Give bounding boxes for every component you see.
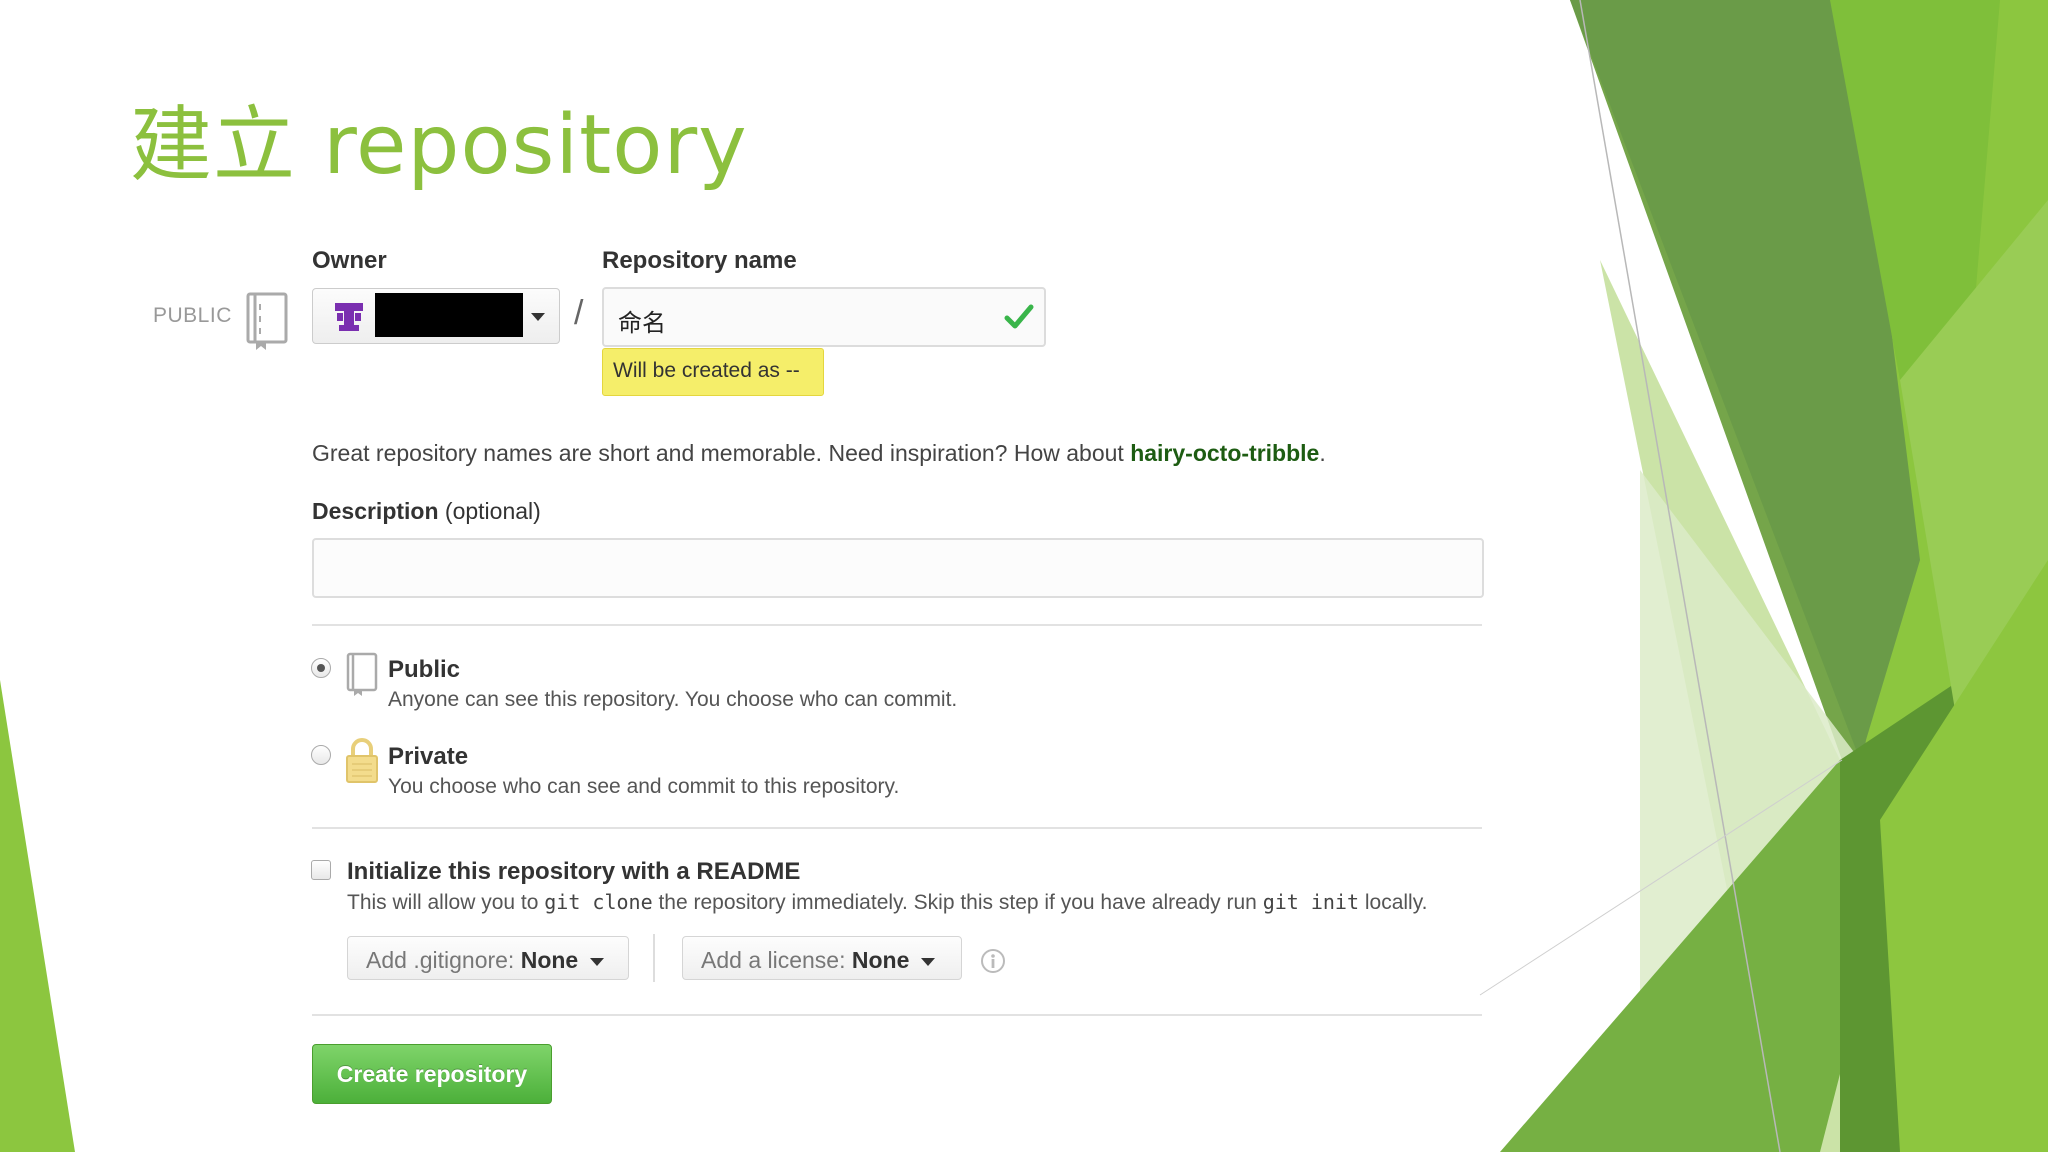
init-readme-checkbox[interactable] — [311, 860, 331, 880]
license-value: None — [851, 947, 910, 973]
repo-name-input[interactable]: 命名 — [602, 287, 1046, 347]
name-hint: Great repository names are short and mem… — [312, 440, 1326, 467]
public-option-desc: Anyone can see this repository. You choo… — [388, 688, 958, 711]
description-optional: (optional) — [444, 498, 541, 524]
repo-book-icon — [346, 652, 378, 696]
license-dropdown[interactable]: Add a license: None — [682, 936, 962, 980]
owner-label: Owner — [312, 247, 387, 274]
description-label: Description (optional) — [312, 498, 541, 525]
init-desc-3: locally. — [1359, 891, 1428, 914]
init-desc-2: the repository immediately. Skip this st… — [652, 891, 1263, 914]
owner-avatar-icon — [335, 303, 363, 331]
public-radio[interactable] — [311, 658, 331, 678]
public-option-title: Public — [388, 656, 461, 683]
owner-select[interactable] — [312, 288, 560, 344]
private-option-desc: You choose who can see and commit to thi… — [388, 775, 900, 798]
info-icon[interactable] — [980, 948, 1006, 974]
private-option-title: Private — [388, 743, 469, 770]
lock-icon — [346, 738, 378, 783]
gitignore-value: None — [520, 947, 579, 973]
visibility-tag: PUBLIC — [153, 304, 232, 327]
hint-end: . — [1319, 440, 1326, 466]
will-be-created-tooltip: Will be created as -- — [602, 348, 824, 396]
check-icon — [1004, 304, 1034, 329]
license-label: Add a license: — [701, 947, 846, 973]
description-input[interactable] — [312, 538, 1484, 598]
owner-name-redacted — [375, 293, 523, 337]
repo-name-value: 命名 — [618, 309, 666, 337]
divider — [312, 827, 1482, 829]
init-code-1: git clone — [544, 890, 653, 914]
init-readme-desc: This will allow you to git clone the rep… — [347, 890, 1427, 915]
divider — [312, 624, 1482, 626]
slide-title: 建立 repository — [130, 98, 748, 193]
divider — [312, 1014, 1482, 1016]
hint-suggestion[interactable]: hairy-octo-tribble — [1130, 440, 1319, 466]
repo-book-icon — [246, 292, 288, 350]
caret-down-icon — [590, 957, 605, 966]
description-label-text: Description — [312, 498, 439, 524]
gitignore-dropdown[interactable]: Add .gitignore: None — [347, 936, 629, 980]
caret-down-icon — [531, 313, 545, 321]
caret-down-icon — [921, 957, 936, 966]
init-readme-title: Initialize this repository with a README — [347, 858, 801, 885]
create-repository-button[interactable]: Create repository — [312, 1044, 552, 1104]
dropdown-separator — [653, 934, 655, 982]
hint-text: Great repository names are short and mem… — [312, 440, 1131, 466]
init-code-2: git init — [1262, 890, 1360, 914]
init-desc-1: This will allow you to — [347, 891, 545, 914]
repo-name-label: Repository name — [602, 247, 797, 274]
gitignore-label: Add .gitignore: — [366, 947, 515, 973]
path-separator: / — [574, 294, 584, 332]
private-radio[interactable] — [311, 745, 331, 765]
